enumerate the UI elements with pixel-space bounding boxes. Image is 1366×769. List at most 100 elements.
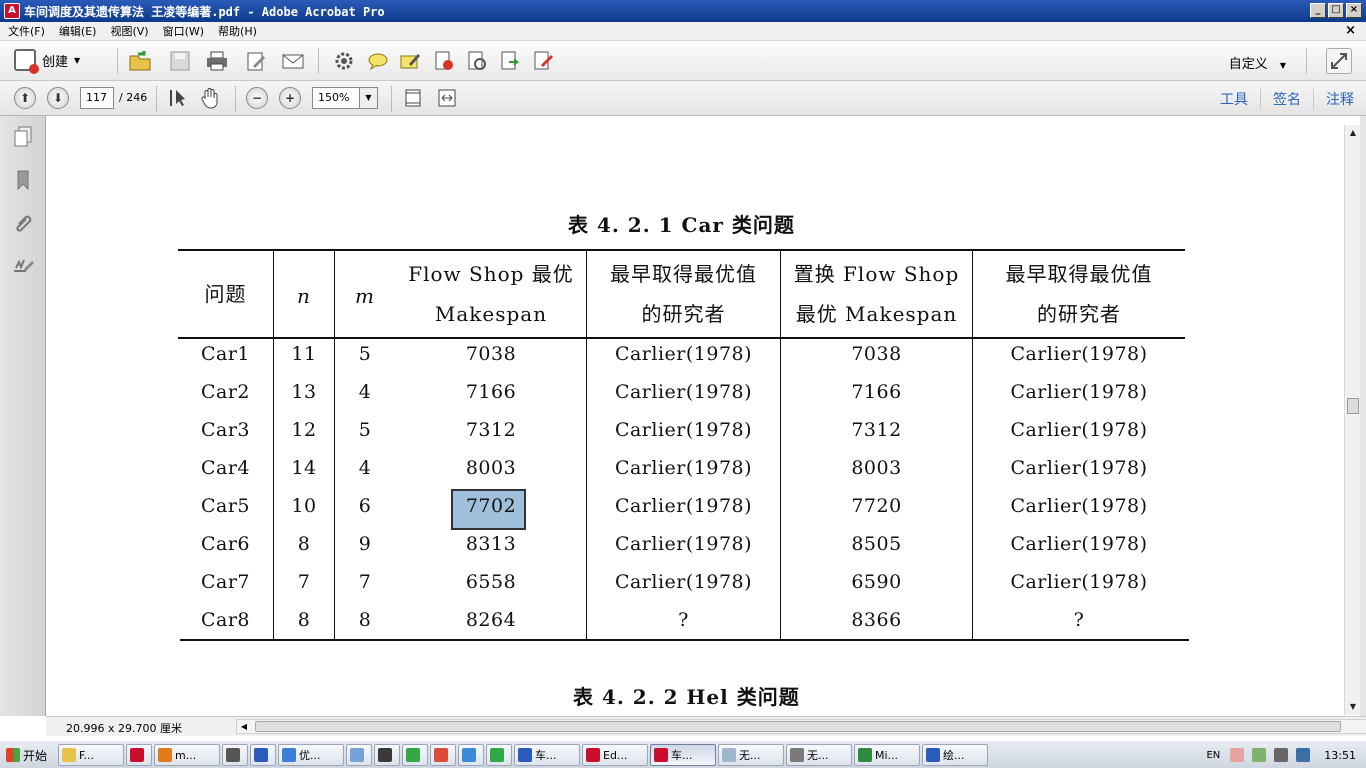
close-window-button[interactable]: ×	[1346, 3, 1362, 18]
system-tray: EN 13:51	[1200, 741, 1366, 769]
taskbar-item[interactable]: 车...	[514, 744, 580, 766]
zoom-in-button[interactable]: +	[279, 87, 301, 109]
save-icon[interactable]	[168, 49, 192, 73]
secure-document-icon[interactable]	[465, 49, 489, 73]
cell-permutation-makespan: 8505	[851, 533, 902, 555]
start-button[interactable]: 开始	[2, 744, 51, 766]
hand-tool-icon[interactable]	[198, 86, 222, 110]
system-clock[interactable]: 13:51	[1314, 749, 1366, 762]
scroll-left-arrow-icon[interactable]: ◀	[237, 720, 251, 733]
title-bar: A 车间调度及其遗传算法 王凌等编著.pdf - Adobe Acrobat P…	[0, 0, 1366, 22]
settings-gear-icon[interactable]	[332, 49, 356, 73]
cell-researcher: Carlier(1978)	[614, 343, 753, 365]
menu-window[interactable]: 窗口(W)	[155, 23, 210, 39]
status-bar: 20.996 x 29.700 厘米 ◀ ▶	[46, 716, 1366, 736]
taskbar-item[interactable]: 无...	[786, 744, 852, 766]
cell-n: 8	[297, 609, 311, 631]
taskbar-item[interactable]: F...	[58, 744, 124, 766]
customize-dropdown[interactable]: 自定义 ▼	[1229, 53, 1286, 72]
menu-edit[interactable]: 编辑(E)	[51, 23, 103, 39]
cell-permutation-makespan: 7720	[851, 495, 902, 517]
taskbar-item[interactable]	[486, 744, 512, 766]
tools-pane-link[interactable]: 工具	[1208, 89, 1260, 109]
page-number-input[interactable]: 117	[80, 87, 114, 109]
taskbar-item[interactable]: 优...	[278, 744, 344, 766]
export-icon[interactable]	[498, 49, 522, 73]
vertical-scroll-thumb[interactable]	[1347, 398, 1359, 414]
zoom-select[interactable]: 150% ▼	[312, 87, 378, 109]
taskbar-item[interactable]	[402, 744, 428, 766]
taskbar-item[interactable]: 绘...	[922, 744, 988, 766]
taskbar-item[interactable]: 无...	[718, 744, 784, 766]
page-thumbnails-icon[interactable]	[11, 124, 35, 148]
create-button[interactable]: 创建 ▼	[14, 49, 80, 74]
fit-page-icon[interactable]	[401, 86, 425, 110]
navigation-sidebar	[0, 116, 46, 716]
horizontal-scroll-thumb[interactable]	[255, 721, 1341, 732]
taskbar-app-icon	[158, 748, 172, 762]
edit-document-icon[interactable]	[244, 49, 268, 73]
close-document-button[interactable]: ×	[1345, 23, 1356, 38]
language-indicator[interactable]: EN	[1200, 750, 1226, 761]
taskbar-app-icon	[586, 748, 600, 762]
acrobat-app-icon[interactable]: A	[4, 3, 20, 19]
taskbar-app-icon	[654, 748, 668, 762]
taskbar-app-icon	[254, 748, 268, 762]
sign-pane-link[interactable]: 签名	[1260, 88, 1313, 109]
scroll-down-arrow-icon[interactable]: ▼	[1345, 699, 1361, 715]
sign-document-icon[interactable]	[531, 49, 555, 73]
previous-page-button[interactable]: ⬆	[14, 87, 36, 109]
menu-view[interactable]: 视图(V)	[102, 23, 154, 39]
attachments-paperclip-icon[interactable]	[11, 211, 35, 235]
horizontal-scrollbar[interactable]: ◀ ▶	[236, 719, 1366, 734]
taskbar-item-label: F...	[79, 748, 95, 762]
comment-icon[interactable]	[366, 49, 390, 73]
redact-icon[interactable]	[432, 49, 456, 73]
volume-speaker-icon[interactable]	[1274, 748, 1289, 762]
taskbar-item[interactable]	[430, 744, 456, 766]
scroll-up-arrow-icon[interactable]: ▲	[1345, 125, 1361, 141]
menu-file[interactable]: 文件(F)	[0, 23, 51, 39]
taskbar-item[interactable]	[458, 744, 484, 766]
network-icon[interactable]	[1252, 748, 1267, 762]
fit-width-icon[interactable]	[435, 86, 459, 110]
cell-researcher2: Carlier(1978)	[1010, 495, 1148, 517]
tray-security-icon[interactable]	[1296, 748, 1311, 762]
open-folder-icon[interactable]	[128, 49, 152, 73]
signatures-icon[interactable]	[11, 254, 35, 278]
taskbar-item[interactable]	[250, 744, 276, 766]
next-page-button[interactable]: ⬇	[47, 87, 69, 109]
taskbar-item[interactable]	[126, 744, 152, 766]
cell-problem: Car4	[200, 457, 251, 479]
comment-pane-link[interactable]: 注释	[1313, 88, 1366, 109]
taskbar-item[interactable]	[222, 744, 248, 766]
highlight-icon[interactable]	[398, 49, 422, 73]
menu-help[interactable]: 帮助(H)	[210, 23, 263, 39]
print-icon[interactable]	[205, 49, 229, 73]
minimize-button[interactable]: _	[1310, 3, 1326, 18]
taskbar-item[interactable]: 车...	[650, 744, 716, 766]
tray-app-icon[interactable]	[1230, 748, 1245, 762]
header-flowshop-line2: Makespan	[434, 302, 548, 326]
cell-researcher2: Carlier(1978)	[1010, 457, 1148, 479]
vertical-scrollbar[interactable]: ▲ ▼	[1344, 125, 1360, 715]
cell-m: 4	[358, 381, 372, 403]
cell-problem: Car6	[200, 533, 251, 555]
taskbar-item[interactable]: m...	[154, 744, 220, 766]
maximize-button[interactable]: □	[1328, 3, 1344, 18]
taskbar-item[interactable]: Ed...	[582, 744, 648, 766]
email-icon[interactable]	[281, 49, 305, 73]
cell-m: 8	[358, 609, 372, 631]
fullscreen-expand-button[interactable]	[1326, 48, 1352, 74]
taskbar-item[interactable]	[374, 744, 400, 766]
taskbar-app-icon	[62, 748, 76, 762]
select-cursor-icon[interactable]	[166, 86, 190, 110]
bookmarks-icon[interactable]	[11, 168, 35, 192]
windows-taskbar: 开始 F... m... 优... 车... Ed... 车... 无... 无... Mi..…	[0, 740, 1366, 768]
taskbar-app-icon	[490, 748, 504, 762]
cell-researcher: ?	[678, 609, 689, 631]
taskbar-item[interactable]	[346, 744, 372, 766]
taskbar-item[interactable]: Mi...	[854, 744, 920, 766]
cell-researcher: Carlier(1978)	[614, 571, 753, 593]
zoom-out-button[interactable]: −	[246, 87, 268, 109]
